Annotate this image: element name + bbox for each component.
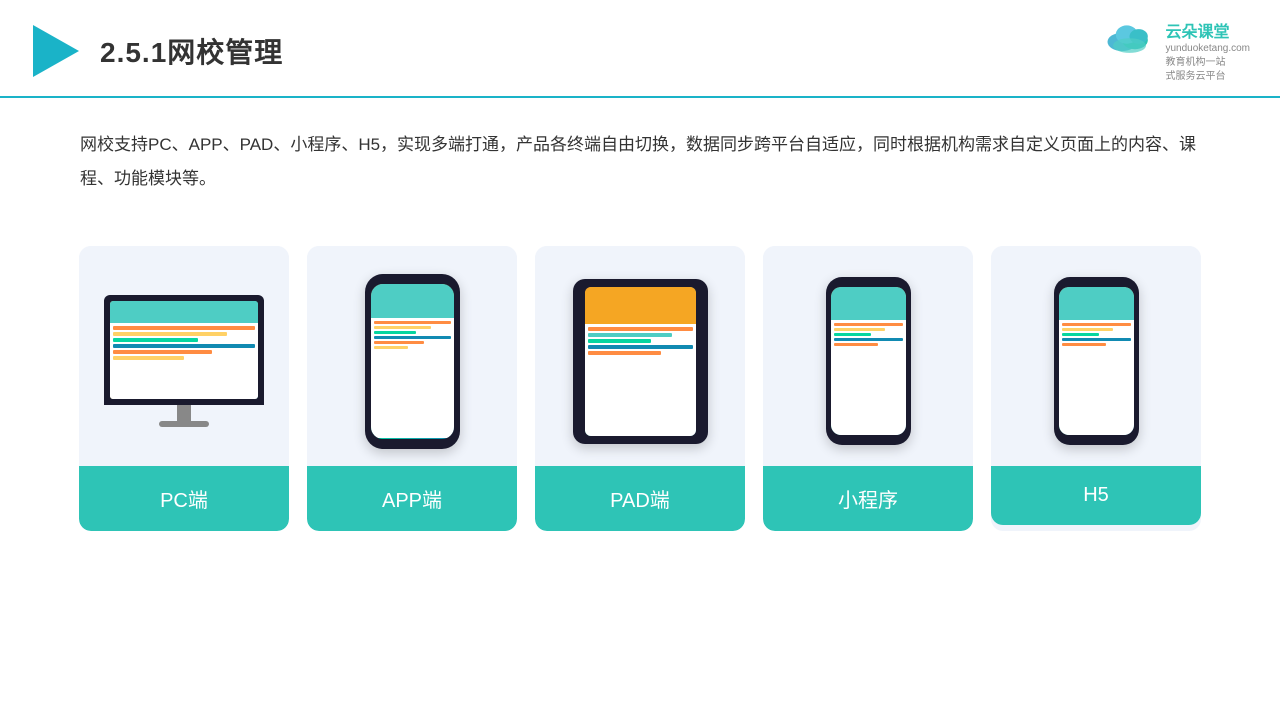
device-pc: [104, 295, 264, 427]
brand-tagline: 教育机构一站 式服务云平台: [1165, 56, 1250, 84]
brand-logo: 云朵课堂 yunduoketang.com 教育机构一站 式服务云平台: [1102, 18, 1250, 84]
monitor-base: [159, 421, 209, 427]
brand-name: 云朵课堂: [1165, 18, 1250, 42]
device-tablet: [573, 279, 708, 444]
card-app-image: [307, 246, 517, 466]
monitor-screen: [110, 301, 258, 399]
brand-url: yunduoketang.com: [1165, 42, 1250, 56]
header-left: 2.5.1网校管理: [30, 25, 283, 77]
phone-body: [365, 274, 460, 449]
tablet-screen: [585, 287, 696, 436]
device-h5-phone: [1054, 277, 1139, 445]
monitor-stand: [177, 405, 191, 421]
card-app-label: APP端: [307, 466, 517, 531]
device-miniphone: [826, 277, 911, 445]
miniphone-h5-notch: [1084, 279, 1109, 286]
card-miniapp: 小程序: [763, 246, 973, 531]
miniphone-screen: [831, 287, 906, 435]
card-pad-image: [535, 246, 745, 466]
card-h5-label: H5: [991, 466, 1201, 525]
miniphone-notch: [856, 279, 881, 286]
page-title: 2.5.1网校管理: [100, 31, 283, 71]
monitor-body: [104, 295, 264, 405]
cards-container: PC端: [0, 216, 1280, 561]
phone-screen: [371, 284, 454, 439]
card-pad-label: PAD端: [535, 466, 745, 531]
card-app: APP端: [307, 246, 517, 531]
logo-icon: [30, 25, 82, 77]
card-h5-image: [991, 246, 1201, 466]
card-miniapp-label: 小程序: [763, 466, 973, 531]
card-miniapp-image: [763, 246, 973, 466]
card-pc-image: [79, 246, 289, 466]
card-pad: PAD端: [535, 246, 745, 531]
miniphone-h5-screen: [1059, 287, 1134, 435]
card-pc-label: PC端: [79, 466, 289, 531]
device-phone: [365, 274, 460, 449]
logo-triangle: [33, 25, 79, 77]
brand-text: 云朵课堂 yunduoketang.com 教育机构一站 式服务云平台: [1165, 18, 1250, 84]
phone-notch: [397, 276, 427, 284]
tablet-body: [573, 279, 708, 444]
page-header: 2.5.1网校管理 云朵课堂 yunduoketang.com 教育机构一站 式…: [0, 0, 1280, 98]
description-text: 网校支持PC、APP、PAD、小程序、H5，实现多端打通，产品各终端自由切换，数…: [0, 98, 1280, 206]
card-h5: H5: [991, 246, 1201, 531]
cloud-icon: [1102, 18, 1157, 53]
card-pc: PC端: [79, 246, 289, 531]
